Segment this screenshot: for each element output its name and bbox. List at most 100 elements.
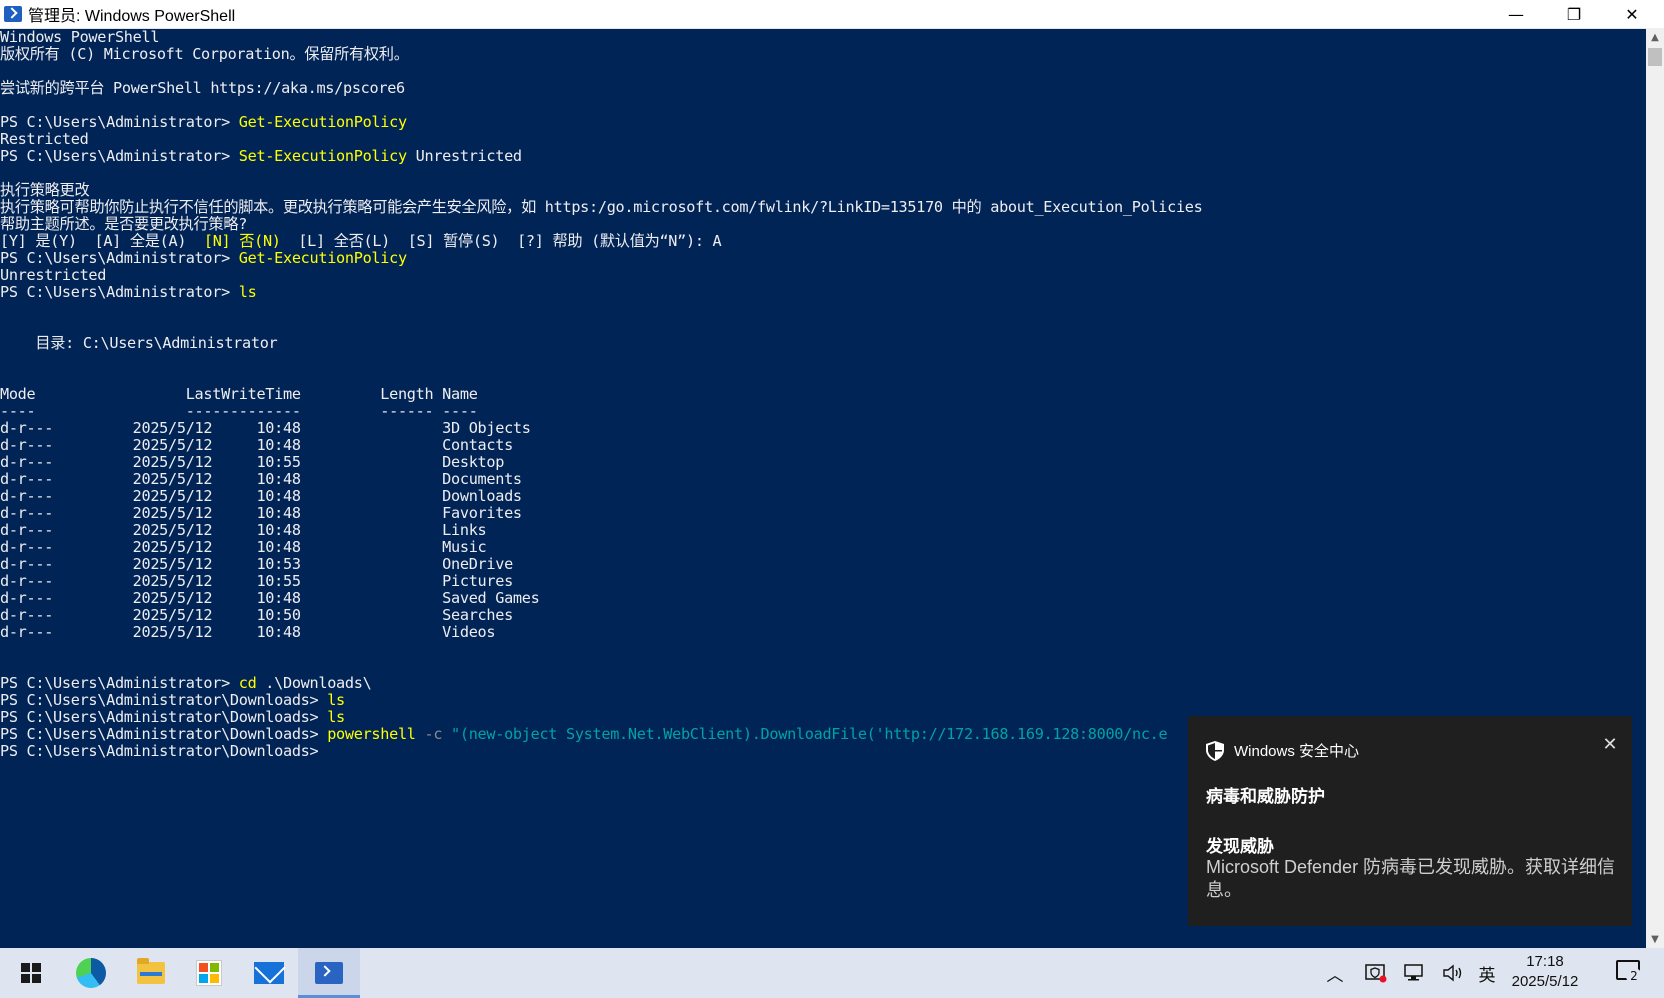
console-text: Unrestricted (406, 147, 522, 165)
console-text: PS C:\Users\Administrator> (0, 147, 239, 165)
console-text: PS C:\Users\Administrator\Downloads> (0, 725, 328, 743)
console-text: 帮助主题所述。是否要更改执行策略? (0, 215, 248, 233)
scroll-up-arrow-icon[interactable]: ▲ (1646, 28, 1664, 46)
console-text: d-r--- 2025/5/12 10:48 Contacts (0, 436, 513, 454)
console-line: PS C:\Users\Administrator> cd .\Download… (0, 674, 372, 692)
input-method-indicator[interactable]: 英 (1472, 948, 1502, 998)
notification-app-name: Windows 安全中心 (1234, 743, 1360, 760)
console-text: PS C:\Users\Administrator> (0, 249, 239, 267)
scroll-thumb[interactable] (1648, 48, 1662, 66)
console-line: 尝试新的跨平台 PowerShell https://aka.ms/pscore… (0, 79, 405, 97)
clock-date: 2025/5/12 (1511, 973, 1579, 990)
console-line: PS C:\Users\Administrator> Set-Execution… (0, 147, 522, 165)
start-button[interactable] (0, 948, 62, 998)
console-command: Get-ExecutionPolicy (238, 113, 407, 131)
console-text: d-r--- 2025/5/12 10:48 Links (0, 521, 487, 539)
powershell-taskbar-icon (315, 962, 343, 984)
console-text: 目录: C:\Users\Administrator (0, 334, 278, 352)
notification-count-badge: 2 (1626, 968, 1642, 984)
console-line: d-r--- 2025/5/12 10:48 Downloads (0, 487, 522, 505)
console-text: ---- ------------- ------ ---- (0, 402, 478, 420)
console-command: Get-ExecutionPolicy (238, 249, 407, 267)
notification-close-icon[interactable]: ✕ (1600, 734, 1620, 755)
console-line: PS C:\Users\Administrator> ls (0, 283, 257, 301)
window-title: 管理员: Windows PowerShell (28, 8, 236, 25)
network-icon (1404, 964, 1423, 981)
security-tray-icon[interactable] (1358, 948, 1394, 998)
notification-title: 病毒和威胁防护 (1206, 787, 1325, 807)
console-text: PS C:\Users\Administrator> (0, 283, 239, 301)
console-text: d-r--- 2025/5/12 10:48 Videos (0, 623, 496, 641)
scroll-down-arrow-icon[interactable]: ▼ (1646, 930, 1664, 948)
taskbar-store[interactable] (178, 948, 240, 998)
console-text: d-r--- 2025/5/12 10:48 Saved Games (0, 589, 540, 607)
file-explorer-icon (137, 958, 165, 984)
console-line: Mode LastWriteTime Length Name (0, 385, 478, 403)
console-command: [N] 否(N) (203, 232, 281, 250)
console-text: Windows PowerShell (0, 28, 160, 46)
console-line: PS C:\Users\Administrator\Downloads> (0, 742, 319, 760)
console-text: [L] 全否(L) [S] 暂停(S) [?] 帮助 (默认值为“N”): A (280, 232, 722, 250)
console-line: PS C:\Users\Administrator> Get-Execution… (0, 249, 407, 267)
taskbar-edge[interactable] (60, 948, 122, 998)
console-text: d-r--- 2025/5/12 10:48 Documents (0, 470, 522, 488)
edge-browser-icon (76, 958, 106, 988)
console-text: d-r--- 2025/5/12 10:48 Downloads (0, 487, 522, 505)
console-text: PS C:\Users\Administrator> (0, 674, 239, 692)
taskbar-file-explorer[interactable] (120, 948, 182, 998)
speaker-icon (1443, 964, 1462, 982)
powershell-icon (4, 6, 22, 22)
console-line: 执行策略可帮助你防止执行不信任的脚本。更改执行策略可能会产生安全风险，如 htt… (0, 198, 1203, 216)
show-hidden-icons-button[interactable]: ︿ (1320, 948, 1350, 998)
console-line: PS C:\Users\Administrator\Downloads> pow… (0, 725, 1168, 743)
microsoft-store-icon (196, 960, 222, 986)
console-text: Unrestricted (0, 266, 107, 284)
console-line: [Y] 是(Y) [A] 全是(A) [N] 否(N) [L] 全否(L) [S… (0, 232, 722, 250)
console-line: 目录: C:\Users\Administrator (0, 334, 277, 352)
console-text: PS C:\Users\Administrator\Downloads> (0, 691, 328, 709)
console-line: d-r--- 2025/5/12 10:48 Videos (0, 623, 496, 641)
console-command: ls (327, 691, 345, 709)
minimize-button[interactable]: — (1487, 0, 1545, 28)
console-line: d-r--- 2025/5/12 10:48 Saved Games (0, 589, 540, 607)
console-command: ls (238, 283, 257, 301)
console-line: d-r--- 2025/5/12 10:48 Documents (0, 470, 522, 488)
console-command: powershell (327, 725, 416, 743)
defender-alert-icon (1365, 964, 1387, 983)
console-text: "(new-object System.Net.WebClient).Downl… (451, 725, 1168, 743)
console-line: 帮助主题所述。是否要更改执行策略? (0, 215, 247, 233)
console-line: d-r--- 2025/5/12 10:48 Links (0, 521, 487, 539)
console-line: ---- ------------- ------ ---- (0, 402, 478, 420)
console-text: Restricted (0, 130, 89, 148)
notification-body: Microsoft Defender 防病毒已发现威胁。获取详细信息。 (1206, 857, 1616, 900)
console-text: PS C:\Users\Administrator\Downloads> (0, 742, 319, 760)
console-text: 执行策略更改 (0, 181, 90, 199)
console-line: Unrestricted (0, 266, 106, 284)
console-line: 执行策略更改 (0, 181, 90, 199)
console-text: [Y] 是(Y) [A] 全是(A) (0, 232, 204, 250)
taskbar-clock[interactable]: 17:18 2025/5/12 (1500, 952, 1590, 992)
action-center-button[interactable]: 2 (1616, 958, 1642, 984)
console-text: d-r--- 2025/5/12 10:55 Desktop (0, 453, 505, 471)
console-line: PS C:\Users\Administrator> Get-Execution… (0, 113, 407, 131)
network-tray-icon[interactable] (1398, 948, 1432, 998)
security-notification[interactable]: Windows 安全中心 ✕ 病毒和威胁防护 发现威胁 Microsoft De… (1188, 716, 1632, 926)
console-text: d-r--- 2025/5/12 10:48 3D Objects (0, 419, 531, 437)
volume-tray-icon[interactable] (1436, 948, 1470, 998)
console-command: cd (238, 674, 257, 692)
clock-time: 17:18 (1526, 953, 1564, 970)
close-button[interactable]: ✕ (1603, 0, 1661, 28)
maximize-button[interactable]: ❐ (1545, 0, 1603, 28)
console-text: 执行策略可帮助你防止执行不信任的脚本。更改执行策略可能会产生安全风险，如 htt… (0, 198, 1203, 216)
console-line: d-r--- 2025/5/12 10:53 OneDrive (0, 555, 513, 573)
taskbar-mail[interactable] (238, 948, 300, 998)
console-line: d-r--- 2025/5/12 10:55 Desktop (0, 453, 504, 471)
notification-header: Windows 安全中心 (1206, 740, 1359, 761)
vertical-scrollbar[interactable]: ▲ ▼ (1646, 28, 1664, 948)
mail-icon (254, 962, 284, 984)
taskbar-powershell[interactable] (298, 948, 360, 998)
console-line: d-r--- 2025/5/12 10:50 Searches (0, 606, 513, 624)
console-command: ls (327, 708, 345, 726)
console-text: d-r--- 2025/5/12 10:50 Searches (0, 606, 513, 624)
console-text: d-r--- 2025/5/12 10:48 Music (0, 538, 487, 556)
